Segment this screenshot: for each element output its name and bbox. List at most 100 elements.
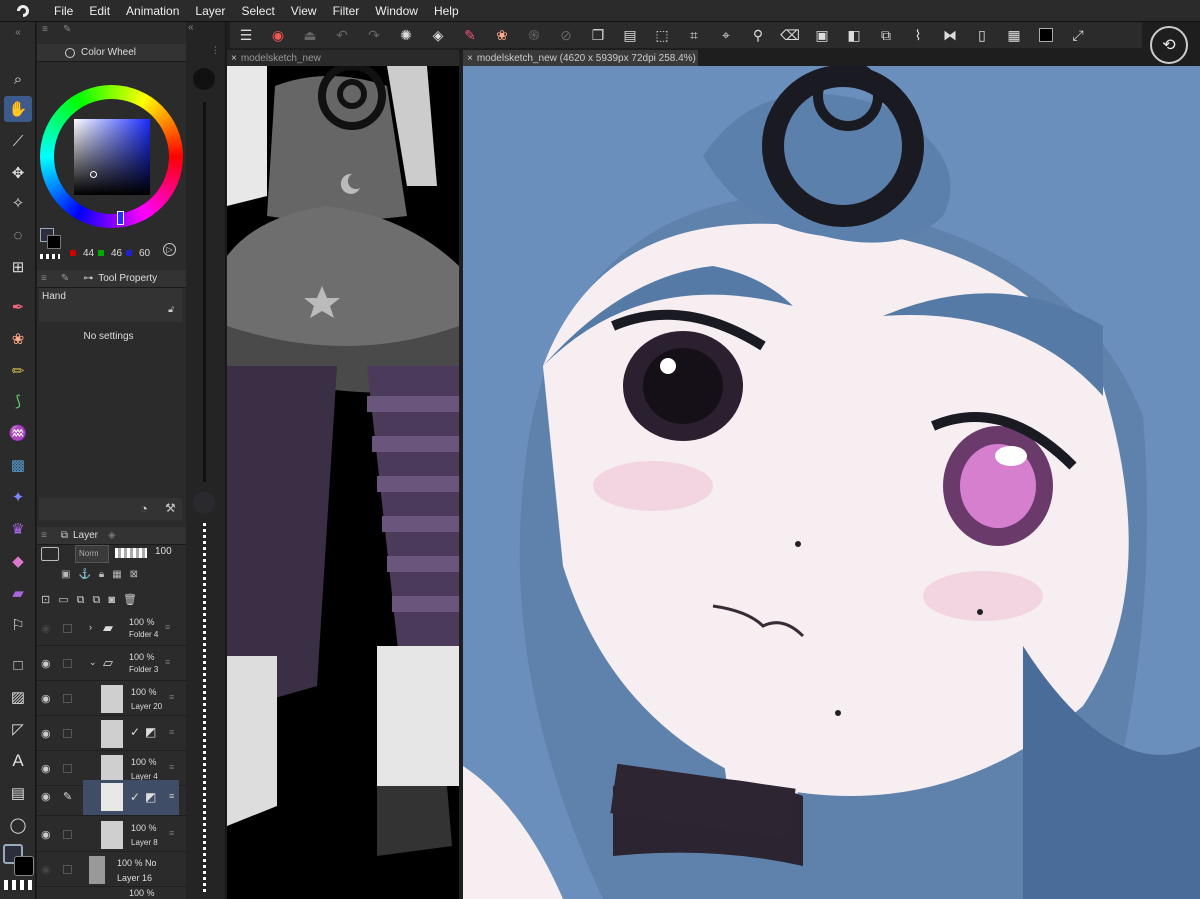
color-mode-icon[interactable]: ▷	[163, 243, 176, 256]
eraser-icon[interactable]: ⌫	[774, 22, 806, 48]
red-value[interactable]: 44	[83, 248, 94, 259]
layer-drag-icon[interactable]: ≡	[169, 692, 174, 702]
panel-collapse-icon[interactable]: «	[188, 22, 194, 33]
companion-mode-icon[interactable]: ⟲	[1150, 26, 1188, 64]
menu-file[interactable]: File	[46, 0, 81, 22]
app-logo-icon[interactable]	[0, 0, 46, 22]
gradient-icon[interactable]: ◧	[838, 22, 870, 48]
layer-drag-icon[interactable]: ≡	[169, 762, 174, 772]
undo-icon[interactable]: ↶	[326, 22, 358, 48]
link-icon[interactable]: ⊘	[550, 22, 582, 48]
figure-tool-icon[interactable]: □	[4, 652, 32, 678]
zoom-tool-icon[interactable]: ⌕	[4, 66, 32, 92]
opacity-value[interactable]: 100	[155, 546, 172, 557]
canvas-tab-right[interactable]: × modelsketch_new (4620 x 5939px 72dpi 2…	[463, 50, 698, 66]
opacity-slider[interactable]	[115, 548, 147, 558]
pen-tool-icon[interactable]: ✒	[4, 294, 32, 320]
transform-icon[interactable]: ⌗	[678, 22, 710, 48]
reset-icon[interactable]: ◔	[140, 501, 148, 516]
menu-view[interactable]: View	[283, 0, 325, 22]
magic-wand-tool-icon[interactable]: ✧	[4, 190, 32, 216]
lasso-tool-icon[interactable]: ◌	[4, 222, 32, 248]
canvas-view-left[interactable]	[227, 66, 459, 899]
lock-toggle[interactable]	[63, 624, 72, 633]
menu-help[interactable]: Help	[426, 0, 467, 22]
menu-hamburger-icon[interactable]: ☰	[230, 22, 262, 48]
lock-toggle[interactable]	[63, 694, 72, 703]
collapse-icon[interactable]: «	[4, 24, 32, 40]
layer-property-tab-icon[interactable]: ◈	[108, 530, 116, 541]
close-tab-icon[interactable]: ×	[467, 53, 473, 64]
menu-window[interactable]: Window	[367, 0, 426, 22]
hue-cursor[interactable]	[117, 211, 124, 225]
settings-wrench-icon[interactable]: ⚒	[165, 501, 176, 515]
layer-row[interactable]: ◉ ⌄ ▱ 100 % Folder 3 ≡	[37, 647, 186, 681]
save-icon[interactable]: ⏏	[294, 22, 326, 48]
visibility-icon[interactable]: ◉	[41, 762, 51, 775]
fill-tool-icon[interactable]: ▰	[4, 580, 32, 606]
panel-menu-icon[interactable]: ≡	[42, 24, 48, 35]
texture-tool-icon[interactable]: ▩	[4, 452, 32, 478]
lock-toggle[interactable]	[63, 729, 72, 738]
close-tab-icon[interactable]: ×	[231, 53, 237, 64]
loading-icon[interactable]: ✺	[390, 22, 422, 48]
color-black-icon[interactable]	[1030, 22, 1062, 48]
layer-drag-icon[interactable]: ≡	[165, 657, 170, 667]
transparency-icon[interactable]: ▦	[998, 22, 1030, 48]
ruler-tool-icon[interactable]: ◸	[4, 716, 32, 742]
brush-tool-icon[interactable]: ❀	[4, 326, 32, 352]
deselect-icon[interactable]: ⌖	[710, 22, 742, 48]
blend-tool-icon[interactable]: ♛	[4, 516, 32, 542]
canvas-view-right[interactable]	[463, 66, 1200, 899]
visibility-icon[interactable]: ◉	[41, 828, 51, 841]
copy-icon[interactable]: ❐	[582, 22, 614, 48]
visibility-icon[interactable]: ◉	[41, 727, 51, 740]
adjust-icon[interactable]: ⧉	[870, 22, 902, 48]
sub-color-swatch[interactable]	[14, 856, 34, 876]
menu-layer[interactable]: Layer	[187, 0, 233, 22]
layer-drag-icon[interactable]: ≡	[169, 828, 174, 838]
brush-opacity-slider[interactable]	[203, 522, 206, 892]
layer-row[interactable]: ◉ 100 % Layer 20 ≡	[37, 682, 186, 716]
color-wheel[interactable]	[40, 85, 183, 228]
lock-toggle[interactable]	[63, 764, 72, 773]
panel-options-icon[interactable]: ⫶	[214, 46, 217, 57]
sparkle-tool-icon[interactable]: ✦	[4, 484, 32, 510]
green-value[interactable]: 46	[111, 248, 122, 259]
brush-clean-icon[interactable]: ⌇	[902, 22, 934, 48]
layer-row[interactable]: 100 %	[37, 888, 186, 899]
layer-row[interactable]: ◉ ✓ ◩ ≡	[37, 717, 186, 751]
lock-toggle[interactable]	[63, 865, 72, 874]
layer-row[interactable]: ◉ 100 % Layer 8 ≡	[37, 818, 186, 852]
visibility-icon[interactable]: ◉	[41, 790, 51, 803]
move-tool-icon[interactable]: ✥	[4, 160, 32, 186]
visibility-icon[interactable]: ◉	[41, 657, 51, 670]
panel-menu-icon-2[interactable]: ≡	[41, 273, 47, 284]
spiral-icon[interactable]: ֍	[518, 22, 550, 48]
layer-row-selected[interactable]: ◉ ✎ ✓ ◩ ≡	[37, 780, 186, 816]
layer-type-icon[interactable]	[41, 547, 59, 561]
layer-drag-icon[interactable]: ≡	[169, 727, 174, 737]
visibility-off-icon[interactable]: ◉	[41, 863, 51, 876]
tool-lock-icon[interactable]: 🔓︎	[168, 304, 174, 315]
pencil-tool-icon[interactable]: ✏	[4, 358, 32, 384]
sub-tool-tab-icon[interactable]: ✎	[61, 273, 69, 284]
layer-drag-icon[interactable]: ≡	[165, 622, 170, 632]
folder-expand-icon[interactable]: ›	[89, 622, 92, 632]
pen-panel-icon[interactable]: ✎	[63, 24, 71, 35]
blue-value[interactable]: 60	[139, 248, 150, 259]
visibility-icon[interactable]: ◉	[41, 692, 51, 705]
mesh-tool-icon[interactable]: ⊞	[4, 254, 32, 280]
canvas-tab-left[interactable]: × modelsketch_new	[227, 50, 459, 66]
frame-tool-icon[interactable]: ▤	[4, 780, 32, 806]
paste-icon[interactable]: ▤	[614, 22, 646, 48]
decoration-tool-icon[interactable]: ⚐	[4, 612, 32, 638]
redo-icon[interactable]: ↷	[358, 22, 390, 48]
menu-animation[interactable]: Animation	[118, 0, 187, 22]
brush-preset-icon[interactable]: ❀	[486, 22, 518, 48]
device-icon[interactable]: ▯	[966, 22, 998, 48]
eyedropper-tool-icon[interactable]: ⟋	[4, 128, 32, 154]
lock-toggle[interactable]	[63, 659, 72, 668]
blend-mode-select[interactable]: Norm	[75, 545, 109, 563]
pen-quick-icon[interactable]: ✎	[454, 22, 486, 48]
